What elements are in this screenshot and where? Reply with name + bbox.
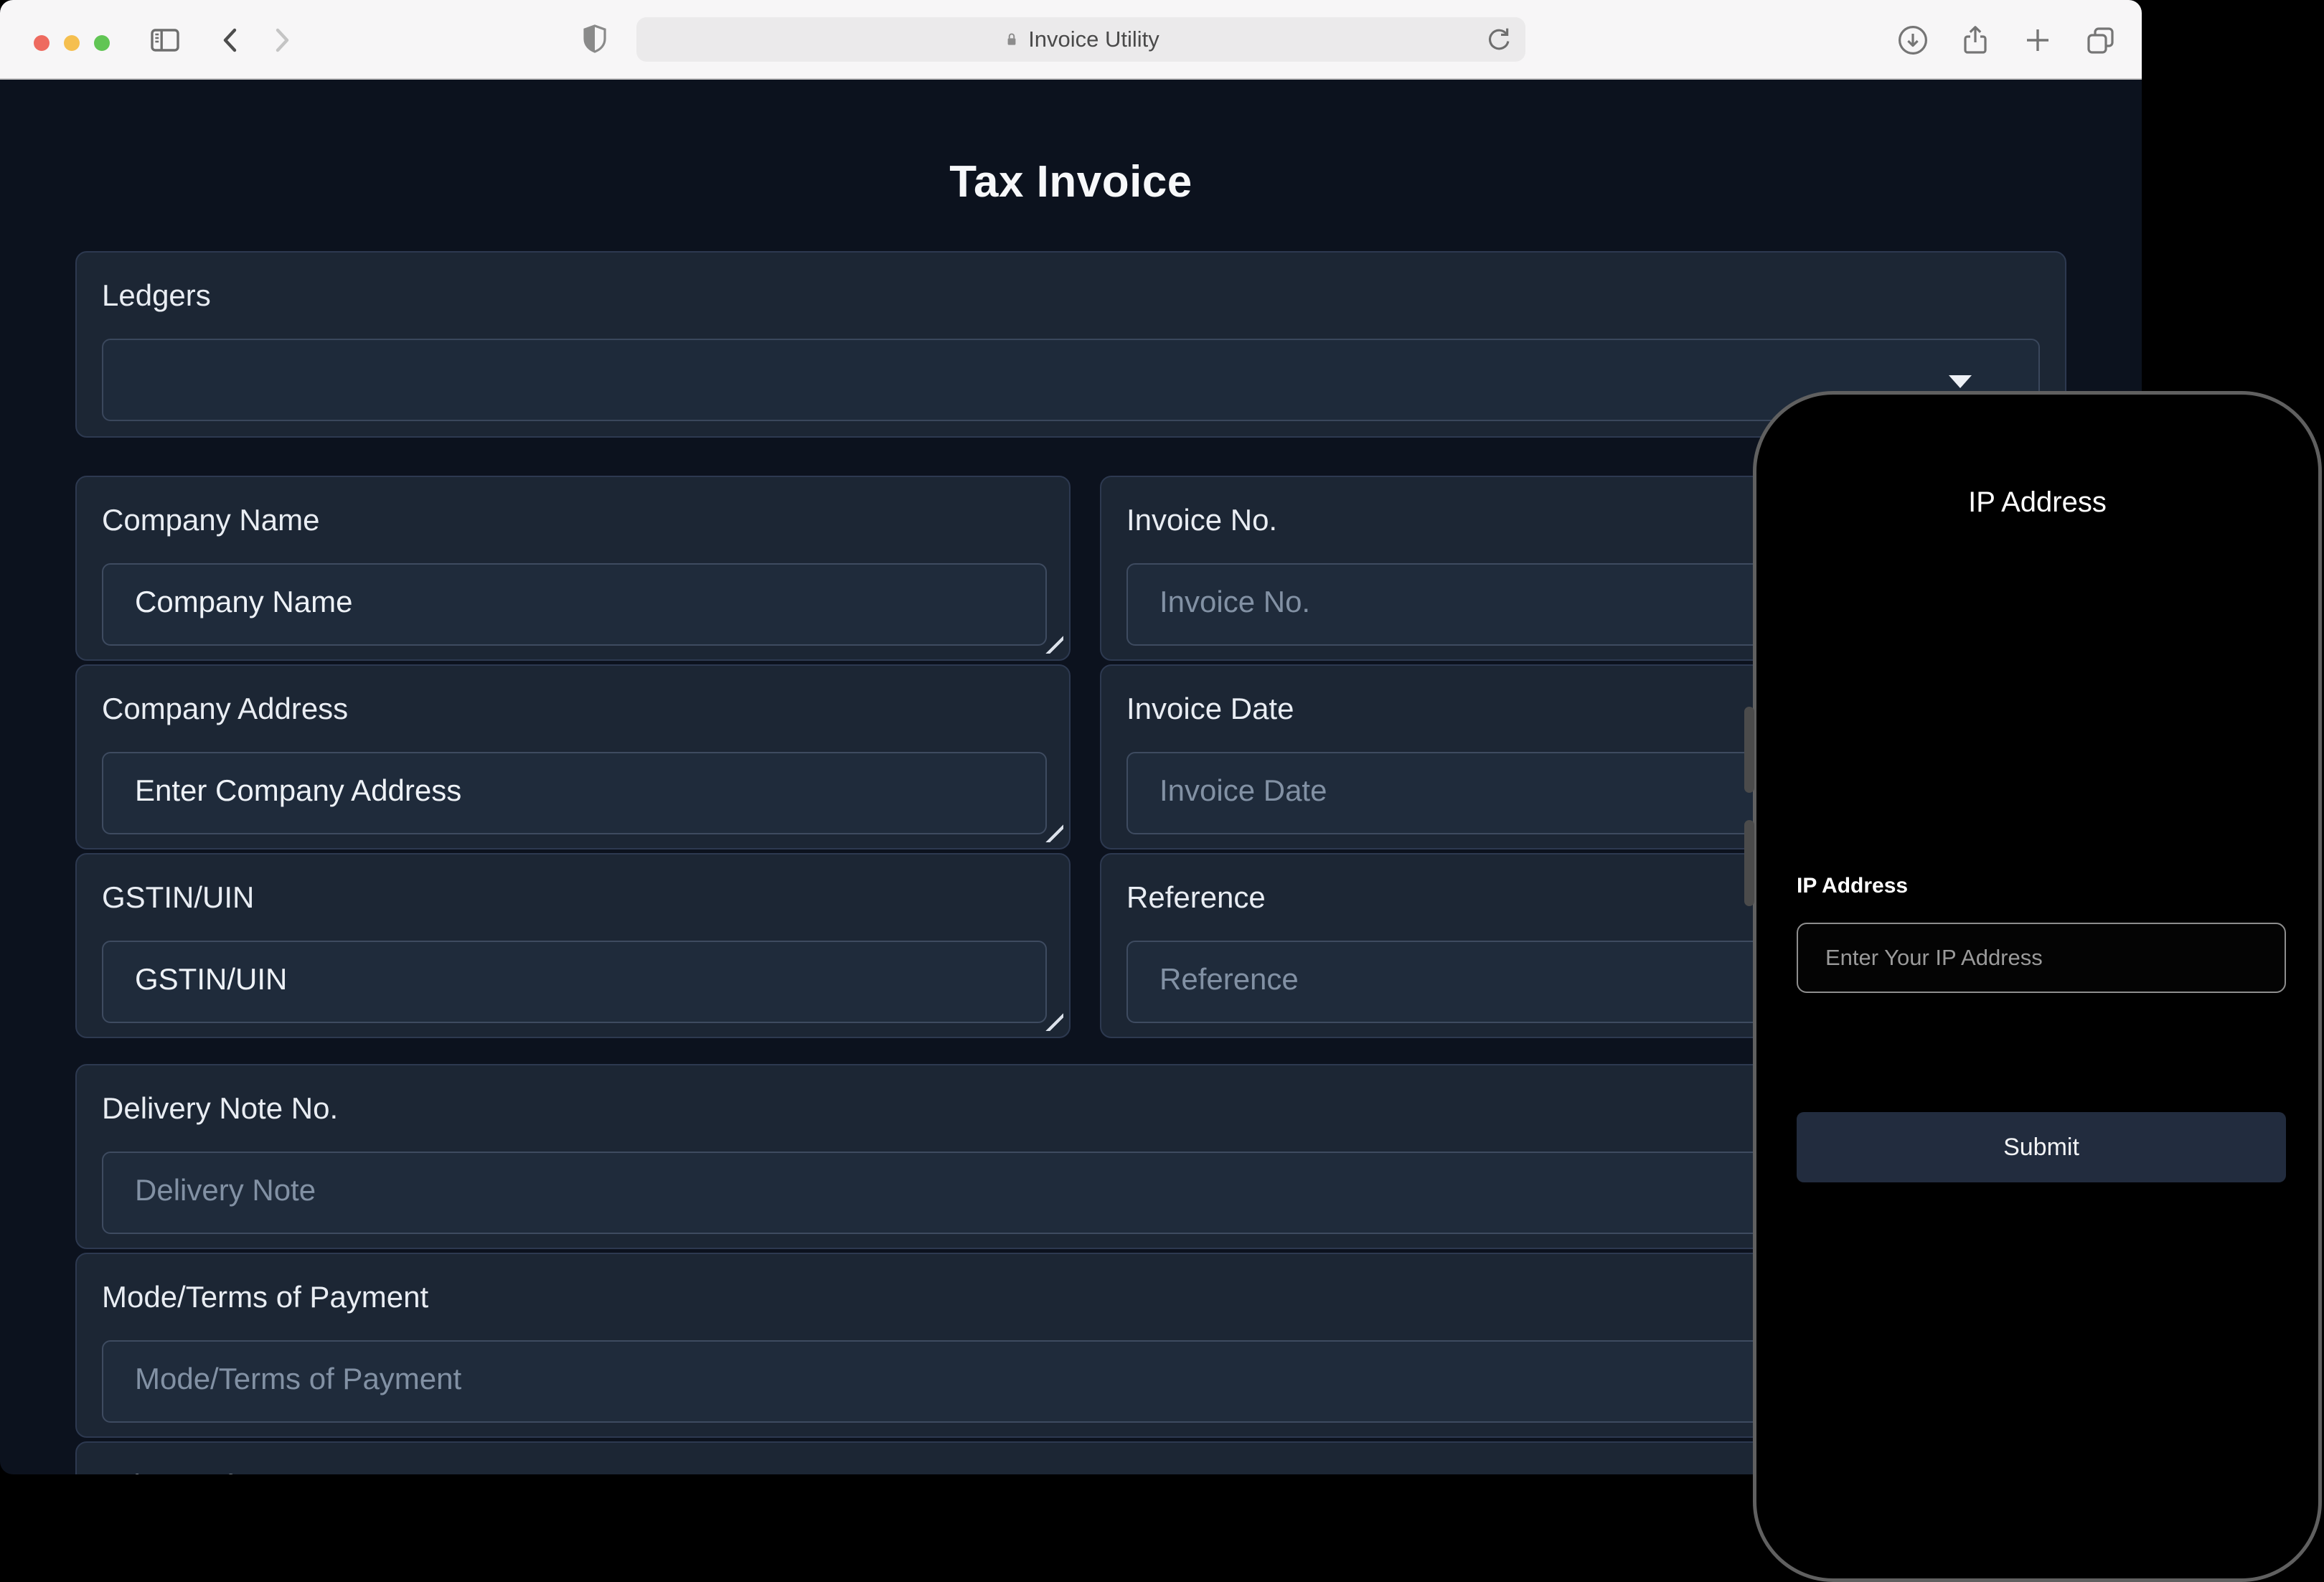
delivery-note-label: Delivery Note No.: [102, 1091, 338, 1126]
gstin-field[interactable]: GSTIN/UIN: [102, 941, 1047, 1023]
download-icon[interactable]: [1896, 23, 1930, 57]
company-name-field[interactable]: Company Name: [102, 563, 1047, 646]
company-address-field[interactable]: Enter Company Address: [102, 752, 1047, 834]
company-address-label: Company Address: [102, 692, 348, 726]
ledgers-card: Ledgers: [75, 251, 2066, 438]
new-tab-icon[interactable]: [2020, 23, 2055, 57]
page-title: Tax Invoice: [0, 156, 2142, 207]
gstin-card: GSTIN/UIN GSTIN/UIN: [75, 853, 1071, 1038]
sidebar-toggle-icon[interactable]: [148, 23, 182, 57]
reference-label: Reference: [1126, 880, 1266, 915]
phone-volume-up-button: [1744, 707, 1754, 793]
phone-screen-title: IP Address: [1756, 486, 2318, 519]
refresh-icon[interactable]: [1482, 24, 1514, 55]
invoice-no-label: Invoice No.: [1126, 503, 1277, 537]
close-window-button[interactable]: [34, 35, 50, 51]
privacy-shield-icon[interactable]: [578, 22, 612, 56]
phone-mockup: IP Address IP Address Submit: [1753, 391, 2322, 1582]
ip-address-label: IP Address: [1797, 874, 1908, 898]
invoice-date-label: Invoice Date: [1126, 692, 1294, 726]
submit-button[interactable]: Submit: [1797, 1112, 2286, 1182]
chevron-down-icon: [1949, 375, 1972, 388]
lock-icon: [1002, 30, 1021, 49]
ledgers-label: Ledgers: [102, 278, 211, 313]
back-icon[interactable]: [214, 23, 248, 57]
tab-overview-icon[interactable]: [2083, 23, 2117, 57]
company-name-label: Company Name: [102, 503, 319, 537]
browser-toolbar: Invoice Utility: [0, 0, 2142, 80]
payment-terms-label: Mode/Terms of Payment: [102, 1280, 428, 1314]
phone-volume-down-button: [1744, 820, 1754, 906]
ledgers-select[interactable]: [102, 339, 2040, 421]
address-bar[interactable]: Invoice Utility: [636, 17, 1525, 62]
company-address-card: Company Address Enter Company Address: [75, 664, 1071, 849]
ip-address-input[interactable]: [1797, 923, 2286, 993]
forward-icon[interactable]: [264, 23, 298, 57]
address-bar-text: Invoice Utility: [1028, 27, 1159, 52]
company-name-card: Company Name Company Name: [75, 476, 1071, 661]
minimize-window-button[interactable]: [64, 35, 80, 51]
gstin-label: GSTIN/UIN: [102, 880, 254, 915]
delivery-note-field[interactable]: [102, 1152, 2043, 1234]
desktop: { "browser": { "window_controls": ["clos…: [0, 0, 2324, 1563]
share-icon[interactable]: [1958, 23, 1993, 57]
other-ref-label: Other Ref: [102, 1469, 232, 1474]
zoom-window-button[interactable]: [94, 35, 110, 51]
payment-terms-field[interactable]: [102, 1340, 2043, 1423]
